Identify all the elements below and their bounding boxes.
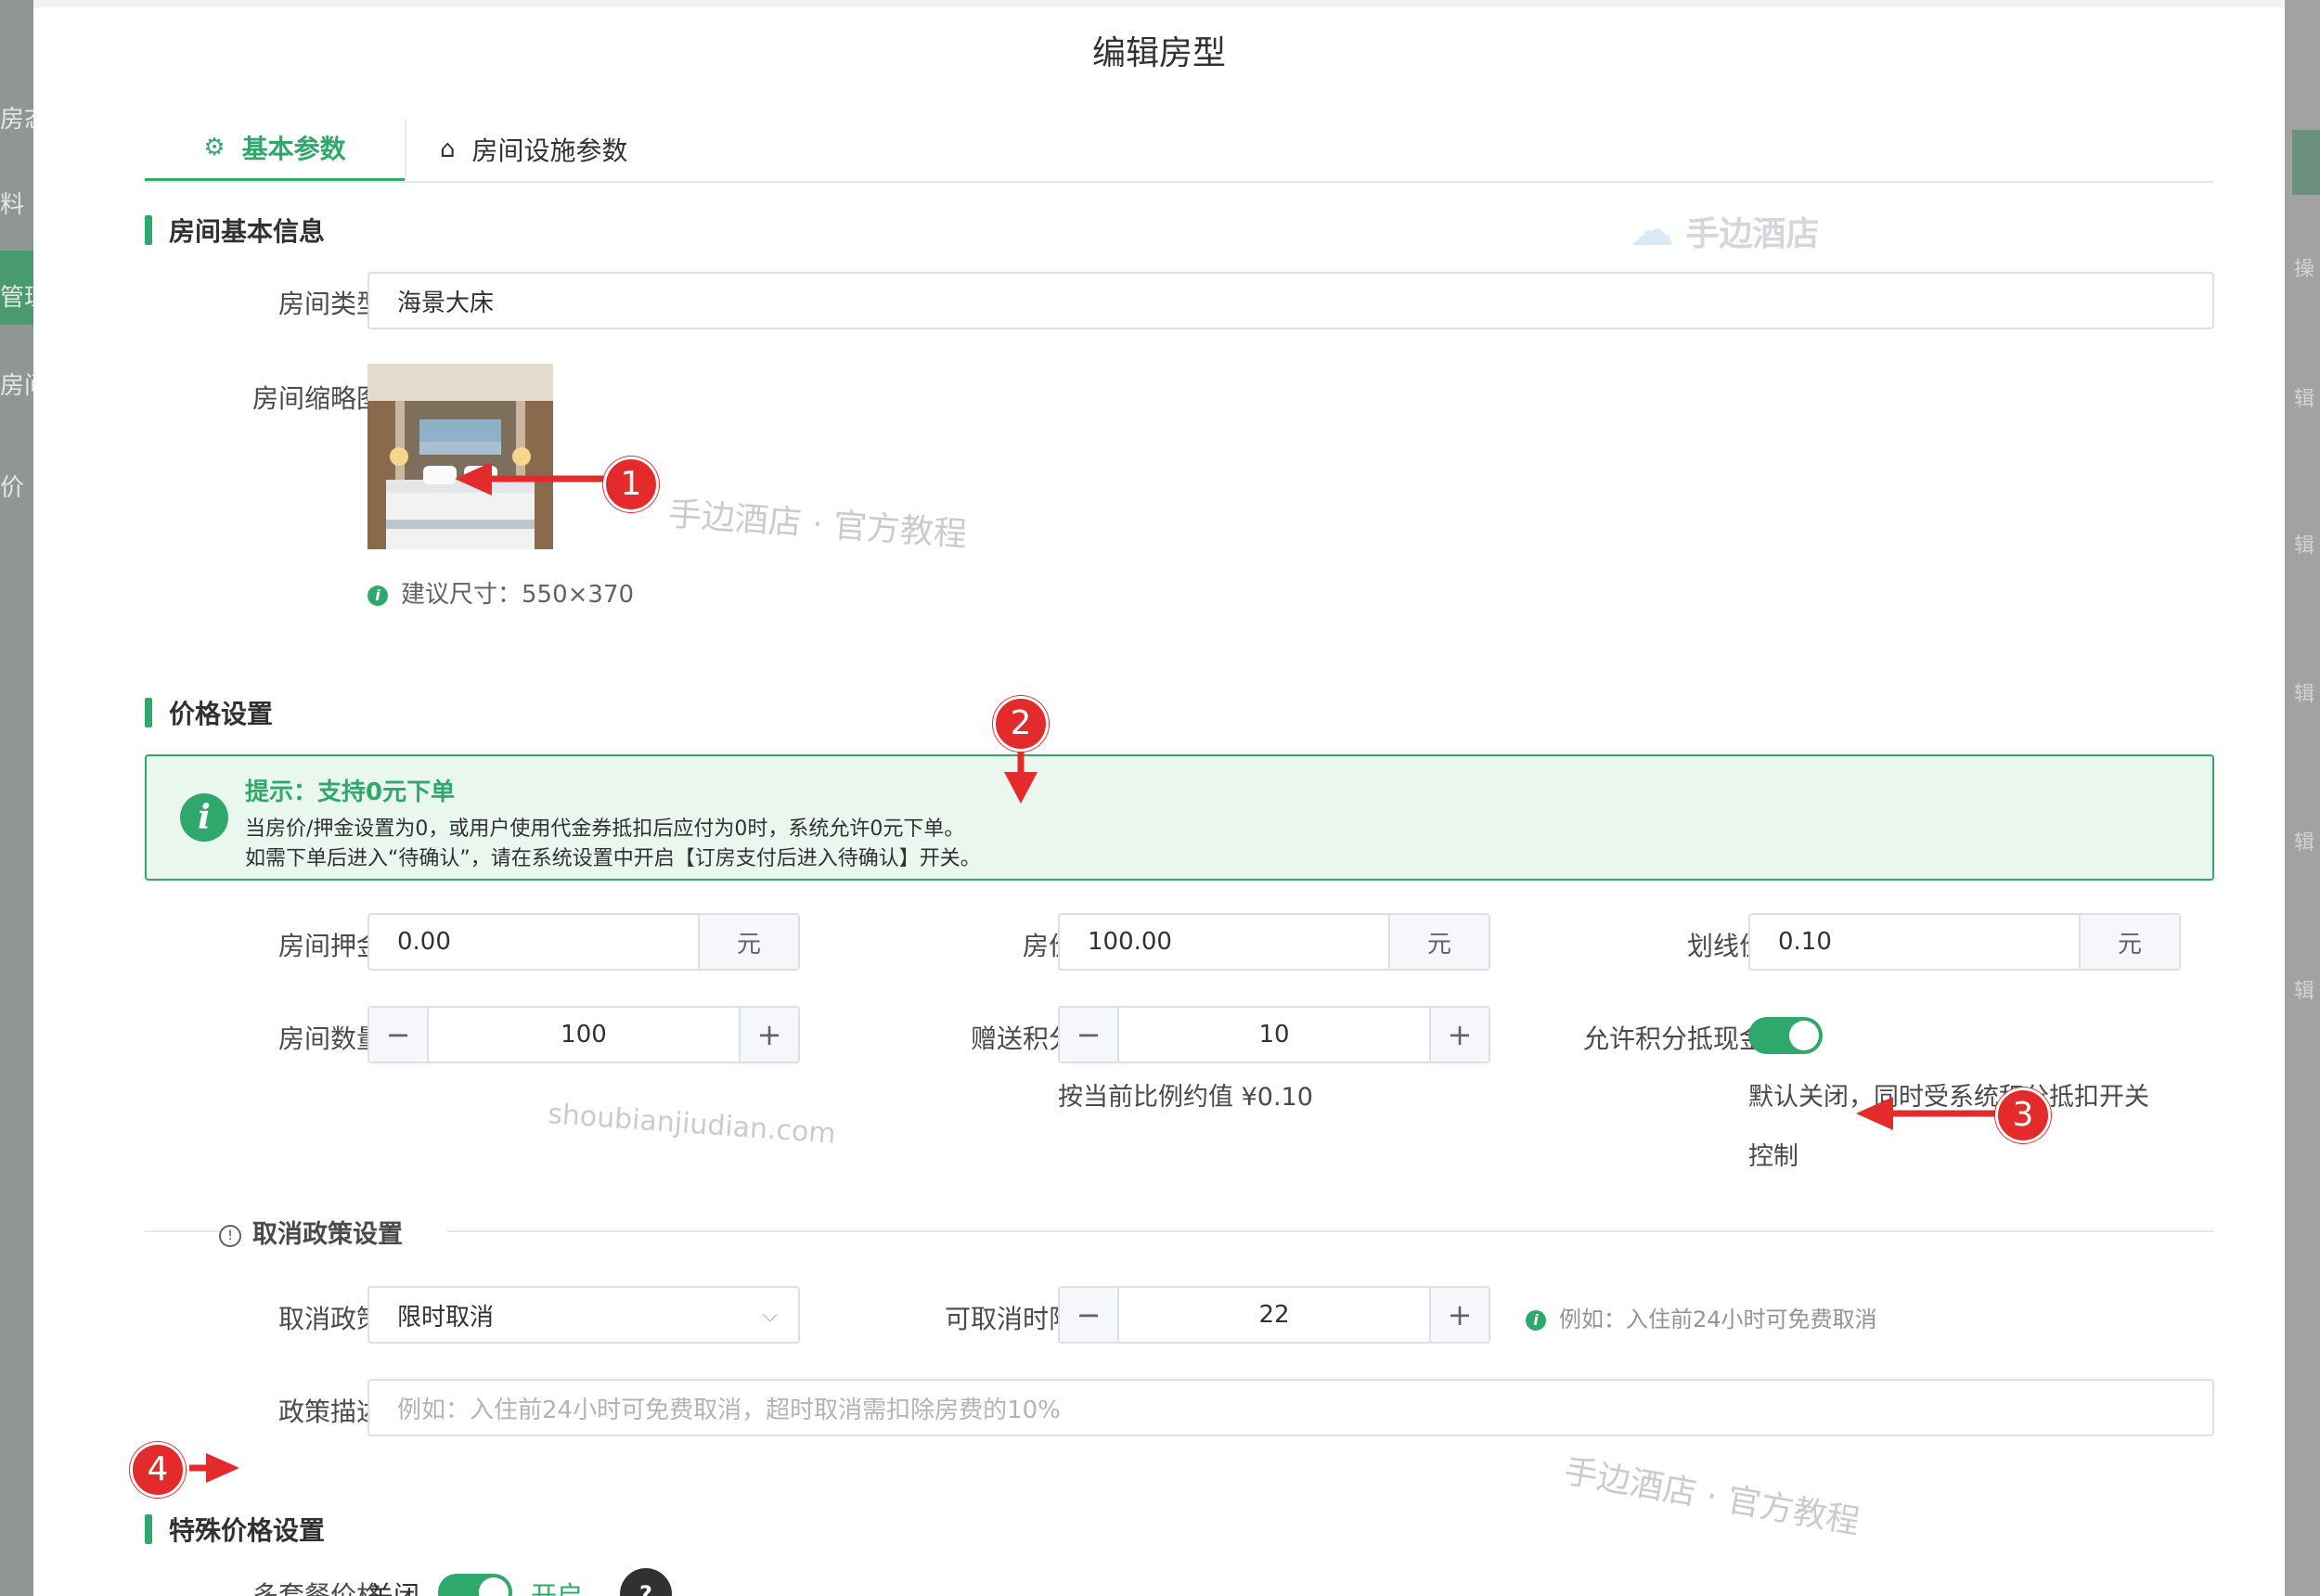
- callout-badge-4: 4: [130, 1442, 186, 1498]
- callout-badge-1: 1: [603, 457, 659, 512]
- callout-badge-2: 2: [993, 696, 1049, 752]
- callout-badge-3: 3: [1995, 1088, 2051, 1143]
- annotation-arrows: [189, 462, 1997, 1483]
